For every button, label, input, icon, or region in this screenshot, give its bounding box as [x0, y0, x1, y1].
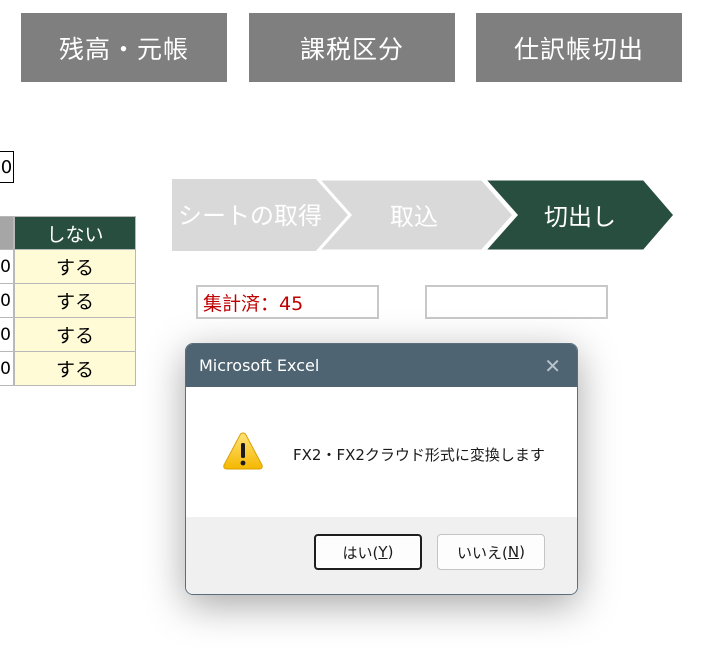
tax-category-button[interactable]: 課税区分 — [249, 13, 455, 82]
process-steps: シートの取得 取込 切出し — [172, 179, 676, 251]
yes-button[interactable]: はい(Y) — [314, 534, 422, 570]
no-button-label: いいえ( — [457, 543, 508, 562]
no-button-key: N — [507, 543, 520, 561]
message-dialog: Microsoft Excel ✕ FX2・FX2クラウド形式に変換します はい… — [185, 343, 578, 595]
no-button-paren: ) — [519, 543, 525, 561]
step-extract-label: 切出し — [544, 203, 616, 231]
table-header-left-cell — [0, 216, 14, 250]
table-row[interactable]: 0 する — [0, 250, 136, 284]
table-row[interactable]: 0 する — [0, 284, 136, 318]
table-cell-left[interactable]: 0 — [0, 250, 14, 284]
step-get-sheet[interactable]: シートの取得 — [172, 179, 348, 251]
table-row[interactable]: 0 する — [0, 318, 136, 352]
table-header-row: しない — [0, 216, 136, 250]
yes-button-paren: ) — [387, 543, 394, 561]
table-row[interactable]: 0 する — [0, 352, 136, 386]
empty-field[interactable] — [425, 285, 608, 319]
table-cell-value[interactable]: する — [14, 352, 136, 386]
step-import-label: 取込 — [390, 203, 438, 231]
dialog-title: Microsoft Excel — [199, 356, 320, 375]
dialog-title-bar[interactable]: Microsoft Excel ✕ — [186, 344, 577, 387]
journal-extract-button[interactable]: 仕訳帳切出 — [476, 13, 682, 82]
table-cell-value[interactable]: する — [14, 318, 136, 352]
step-get-sheet-label: シートの取得 — [178, 202, 322, 230]
no-button[interactable]: いいえ(N) — [437, 534, 545, 570]
cell-value[interactable]: 0 — [0, 151, 14, 183]
close-icon[interactable]: ✕ — [544, 354, 561, 378]
dialog-footer: はい(Y) いいえ(N) — [186, 517, 577, 594]
table-header-cell: しない — [14, 216, 136, 250]
balance-ledger-button[interactable]: 残高・元帳 — [21, 13, 227, 82]
table-cell-value[interactable]: する — [14, 250, 136, 284]
table-cell-left[interactable]: 0 — [0, 352, 14, 386]
warning-icon — [223, 432, 263, 470]
table-cell-value[interactable]: する — [14, 284, 136, 318]
dialog-body: FX2・FX2クラウド形式に変換します — [186, 387, 577, 517]
count-status-field[interactable]: 集計済：45 — [196, 285, 379, 319]
yes-button-key: Y — [378, 543, 388, 561]
table-cell-left[interactable]: 0 — [0, 318, 14, 352]
table-cell-left[interactable]: 0 — [0, 284, 14, 318]
yes-button-label: はい( — [342, 543, 379, 562]
dialog-message: FX2・FX2クラウド形式に変換します — [293, 446, 545, 464]
